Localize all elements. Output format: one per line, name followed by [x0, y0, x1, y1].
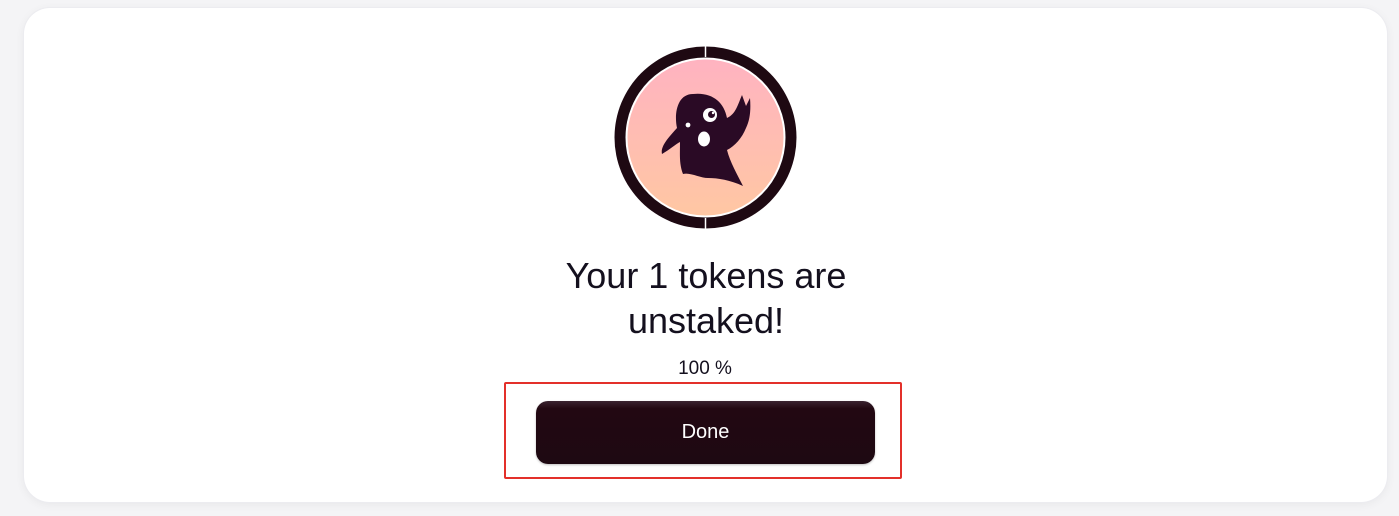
title-line-1: Your 1 tokens are: [565, 255, 847, 296]
done-button[interactable]: Done: [536, 401, 875, 464]
title-line-2: unstaked!: [627, 300, 785, 341]
progress-percent-label: 100 %: [678, 358, 732, 379]
ghost-mascot-icon: [627, 59, 784, 216]
unstake-status-title: Your 1 tokens are unstaked!: [520, 253, 892, 343]
progress-ring: [614, 46, 797, 229]
